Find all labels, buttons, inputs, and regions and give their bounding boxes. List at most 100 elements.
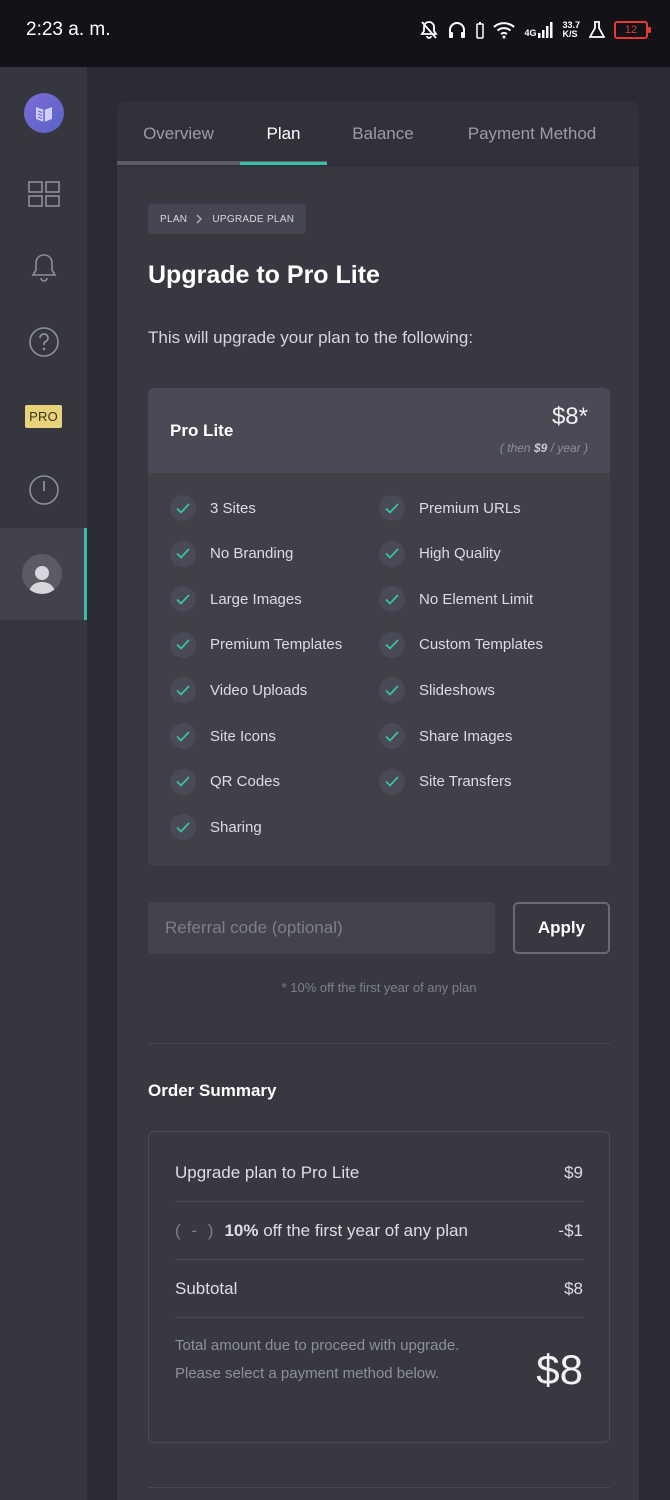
- referral-note: * 10% off the first year of any plan: [281, 980, 477, 995]
- feature-label: Premium URLs: [419, 499, 521, 517]
- check-icon: [379, 631, 405, 658]
- battery-saver-icon: [476, 22, 485, 39]
- divider: [148, 1487, 610, 1488]
- help-icon: [28, 327, 59, 357]
- feature-label: Custom Templates: [419, 636, 543, 654]
- app-logo: [23, 93, 64, 133]
- status-bar: 2:23 a. m. 4G 33.7 K/S 12: [0, 0, 670, 67]
- feature-item: No Branding: [170, 540, 294, 567]
- breadcrumb-root[interactable]: PLAN: [160, 214, 187, 225]
- tab-payment-method[interactable]: Payment Method: [457, 101, 607, 167]
- plan-renewal-price: ( then $9 / year ): [499, 441, 588, 455]
- feature-label: Premium Templates: [210, 636, 343, 654]
- feature-label: No Branding: [210, 545, 294, 563]
- check-icon: [379, 677, 405, 704]
- chevron-right-icon: [196, 214, 203, 224]
- order-total: Total amount due to proceed with upgrade…: [175, 1332, 583, 1422]
- check-icon: [379, 586, 405, 613]
- breadcrumb-current: UPGRADE PLAN: [212, 213, 295, 225]
- network-type: 4G: [524, 28, 537, 38]
- feature-label: QR Codes: [210, 773, 281, 791]
- feature-item: Site Transfers: [379, 768, 512, 795]
- sidebar-logo[interactable]: [0, 76, 87, 150]
- check-icon: [379, 723, 405, 749]
- check-icon: [379, 540, 405, 567]
- feature-item: Sharing: [170, 814, 262, 841]
- feature-label: Video Uploads: [210, 681, 308, 699]
- status-time: 2:23 a. m.: [26, 19, 111, 40]
- power-icon: [28, 475, 59, 505]
- sidebar-item-account[interactable]: [0, 528, 87, 620]
- total-amount: $8: [536, 1346, 583, 1393]
- feature-item: Video Uploads: [170, 677, 308, 704]
- avatar: [22, 554, 62, 594]
- check-icon: [379, 768, 405, 795]
- order-row-discount: ( - ) 10% off the first year of any plan …: [175, 1202, 583, 1260]
- plan-header: Pro Lite $8* ( then $9 / year ): [148, 388, 610, 473]
- sidebar-item-dashboard[interactable]: [0, 157, 87, 231]
- signal-icon: [538, 22, 553, 38]
- sidebar: PRO: [0, 67, 87, 1500]
- referral-code-input[interactable]: [148, 902, 495, 954]
- network-speed: 33.7 K/S: [562, 20, 580, 39]
- feature-label: Share Images: [419, 727, 513, 745]
- check-icon: [170, 631, 196, 658]
- feature-label: Large Images: [210, 590, 302, 608]
- minus-icon: ( - ): [175, 1220, 217, 1240]
- feature-item: Share Images: [379, 723, 512, 749]
- check-icon: [170, 540, 196, 567]
- feature-label: 3 Sites: [210, 499, 256, 517]
- tab-overview[interactable]: Overview: [127, 101, 230, 167]
- check-icon: [170, 814, 196, 841]
- breadcrumb: PLAN UPGRADE PLAN: [148, 204, 307, 234]
- apply-button[interactable]: Apply: [513, 902, 610, 954]
- pro-badge: PRO: [25, 404, 62, 428]
- check-icon: [170, 723, 196, 749]
- plan-details: Pro Lite $8* ( then $9 / year ) 3 Sites N…: [148, 388, 610, 866]
- feature-item: Large Images: [170, 586, 302, 613]
- sidebar-item-notifications[interactable]: [0, 231, 87, 305]
- feature-label: Site Transfers: [419, 773, 512, 791]
- order-summary: Upgrade plan to Pro Lite $9 ( - ) 10% off…: [148, 1131, 610, 1443]
- sidebar-item-help[interactable]: [0, 305, 87, 379]
- check-icon: [170, 677, 196, 704]
- tab-active-indicator: [240, 162, 327, 165]
- bell-icon: [31, 254, 56, 282]
- grid-icon: [27, 181, 60, 207]
- sidebar-item-logout[interactable]: [0, 453, 87, 527]
- flask-icon: [589, 21, 605, 38]
- order-summary-title: Order Summary: [148, 1081, 277, 1100]
- check-icon: [170, 768, 196, 795]
- tab-bar: Overview Plan Balance Payment Method: [117, 101, 639, 167]
- feature-item: Slideshows: [379, 677, 495, 704]
- main-card: Overview Plan Balance Payment Method PLA…: [117, 101, 639, 1500]
- check-icon: [170, 586, 196, 613]
- user-icon: [29, 566, 55, 594]
- plan-price: $8*: [551, 403, 588, 430]
- order-row-subtotal: Subtotal $8: [175, 1260, 583, 1318]
- tab-plan[interactable]: Plan: [240, 101, 327, 167]
- sidebar-item-pro[interactable]: PRO: [0, 379, 87, 453]
- battery-indicator: 12: [614, 21, 651, 39]
- tab-balance[interactable]: Balance: [337, 101, 429, 167]
- feature-item: Premium Templates: [170, 631, 343, 658]
- feature-item: Premium URLs: [379, 495, 521, 521]
- check-icon: [170, 495, 196, 521]
- plan-name: Pro Lite: [170, 421, 234, 440]
- total-description: Total amount due to proceed with upgrade…: [175, 1337, 460, 1382]
- divider: [148, 1043, 610, 1044]
- order-row-upgrade: Upgrade plan to Pro Lite $9: [175, 1144, 583, 1202]
- wifi-icon: [493, 22, 516, 39]
- feature-item: QR Codes: [170, 768, 281, 795]
- feature-item: High Quality: [379, 540, 501, 567]
- page-title: Upgrade to Pro Lite: [148, 261, 380, 289]
- intro-text: This will upgrade your plan to the follo…: [148, 328, 474, 347]
- notifications-off-icon: [420, 21, 439, 39]
- feature-label: Sharing: [210, 818, 262, 836]
- headphones-icon: [449, 22, 466, 38]
- feature-item: Custom Templates: [379, 631, 543, 658]
- feature-item: 3 Sites: [170, 495, 256, 521]
- status-icons: 4G 33.7 K/S 12: [420, 16, 651, 44]
- feature-label: High Quality: [419, 545, 501, 563]
- feature-label: Slideshows: [419, 681, 495, 699]
